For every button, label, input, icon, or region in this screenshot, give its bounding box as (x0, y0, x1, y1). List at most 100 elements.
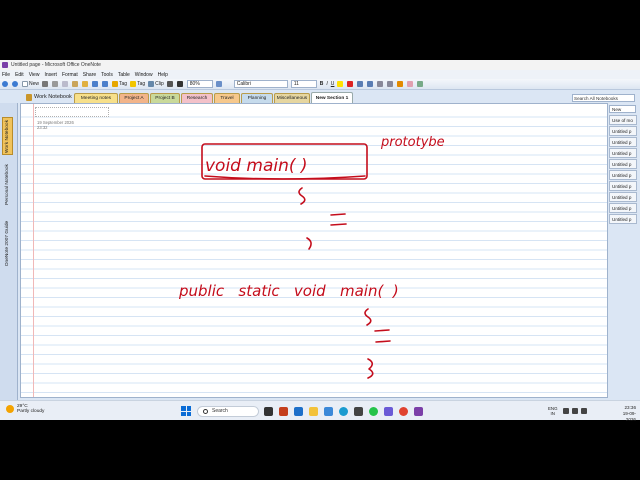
menu-file[interactable]: File (2, 72, 10, 78)
note-page[interactable]: 19 September 2026 23:32 void main( ) pro… (20, 103, 608, 398)
onenote-taskbar-icon[interactable] (414, 406, 423, 416)
store-icon[interactable] (294, 406, 303, 416)
menu-share[interactable]: Share (83, 72, 96, 78)
system-clock[interactable]: 23:36 19-09-2026 (614, 405, 636, 423)
pen-button[interactable] (166, 80, 174, 88)
page-tab-10[interactable]: Untitled p (609, 214, 637, 224)
pen-color-button[interactable] (397, 80, 404, 88)
page-tab-4[interactable]: Untitled p (609, 148, 637, 158)
copy-icon (62, 81, 69, 87)
tag-dropdown-button[interactable]: Tag (130, 80, 145, 88)
full-page-button[interactable] (215, 80, 223, 88)
back-arrow-icon (2, 81, 8, 87)
windows-start-icon[interactable] (181, 406, 191, 416)
page-tab-2[interactable]: Untitled p (609, 126, 637, 136)
page-tab-1[interactable]: Use of mo (609, 115, 637, 125)
edge-icon[interactable] (339, 406, 348, 416)
underline-button[interactable]: U (331, 80, 335, 88)
paste-button[interactable] (72, 80, 79, 88)
paste-icon (72, 81, 79, 87)
new-button[interactable]: New (22, 80, 39, 88)
ink-open-brace-2 (364, 308, 372, 326)
copilot-icon[interactable] (384, 406, 393, 416)
tab-new-section-1[interactable]: New Section 1 (311, 92, 353, 103)
chrome-icon[interactable] (399, 406, 408, 416)
taskbar-search[interactable]: Search (197, 405, 259, 417)
ink-open-brace-1 (298, 187, 306, 205)
font-color-button[interactable] (347, 80, 354, 88)
new-page-button[interactable]: New (609, 105, 636, 113)
select-button[interactable] (176, 80, 184, 88)
menu-insert[interactable]: Insert (44, 72, 57, 78)
whatsapp-icon[interactable] (369, 406, 378, 416)
tab-project-a[interactable]: Project A (119, 93, 149, 103)
page-tab-6[interactable]: Untitled p (609, 170, 637, 180)
notebook-icon (26, 93, 32, 101)
page-tab-9[interactable]: Untitled p (609, 203, 637, 213)
undo-icon (92, 81, 99, 87)
notebook-name[interactable]: Work Notebook (26, 92, 72, 102)
font-color-icon (347, 81, 354, 87)
print-button[interactable] (42, 80, 49, 88)
menu-edit[interactable]: Edit (15, 72, 24, 78)
numbering-button[interactable] (367, 80, 374, 88)
bold-button[interactable]: B (320, 80, 324, 88)
clip-button[interactable]: Clip (148, 80, 164, 88)
font-select[interactable]: Calibri (233, 80, 288, 88)
undo-button[interactable] (92, 80, 99, 88)
menu-format[interactable]: Format (62, 72, 78, 78)
back-button[interactable] (2, 80, 9, 88)
menu-help[interactable]: Help (158, 72, 168, 78)
menu-view[interactable]: View (29, 72, 40, 78)
font-size-select[interactable]: 11 (290, 80, 317, 88)
page-tab-7[interactable]: Untitled p (609, 181, 637, 191)
menu-window[interactable]: Window (135, 72, 153, 78)
photos-icon[interactable] (324, 406, 333, 416)
battery-icon[interactable] (580, 408, 587, 414)
task-view-icon[interactable] (264, 406, 273, 416)
new-page-label: New (612, 106, 622, 112)
search-icon (203, 408, 208, 414)
wifi-icon[interactable] (562, 408, 569, 414)
media-icon[interactable] (354, 406, 363, 416)
tab-research[interactable]: Research (181, 93, 213, 103)
weather-widget[interactable]: 29°C Partly cloudy (6, 404, 44, 414)
nav-tab-onenote-guide[interactable]: OneNote 2007 Guide (2, 215, 13, 271)
search-input[interactable]: Search All Notebooks (572, 94, 635, 102)
copy-button[interactable] (62, 80, 69, 88)
file-explorer-icon[interactable] (309, 406, 318, 416)
clock-date: 19-09-2026 (622, 411, 636, 422)
italic-button[interactable]: I (326, 80, 327, 88)
redo-button[interactable] (102, 80, 109, 88)
page-tab-3[interactable]: Untitled p (609, 137, 637, 147)
menu-table[interactable]: Table (118, 72, 130, 78)
outdent-button[interactable] (377, 80, 384, 88)
lasso-button[interactable] (417, 80, 424, 88)
nav-tab-work-notebook[interactable]: Work Notebook (2, 117, 13, 155)
page-tab-5[interactable]: Untitled p (609, 159, 637, 169)
zoom-select[interactable]: 80% (186, 80, 213, 88)
language-indicator[interactable]: ENG IN (548, 406, 558, 416)
tab-travel[interactable]: Travel (214, 93, 240, 103)
eraser-button[interactable] (407, 80, 414, 88)
tab-meeting-notes[interactable]: Meeting notes (74, 93, 118, 103)
cut-button[interactable] (52, 80, 59, 88)
tab-project-b[interactable]: Project B (150, 93, 180, 103)
ink-close-brace-2 (367, 358, 374, 379)
forward-button[interactable] (12, 80, 19, 88)
ink-equals-1 (330, 213, 347, 226)
taskbar-search-label: Search (212, 408, 228, 414)
lang-bottom: IN (550, 411, 555, 416)
nav-tab-personal-notebook[interactable]: Personal Notebook (2, 159, 13, 209)
powerpoint-icon[interactable] (279, 406, 288, 416)
tag-button[interactable]: Tag (112, 80, 127, 88)
bullets-button[interactable] (357, 80, 364, 88)
menu-tools[interactable]: Tools (101, 72, 113, 78)
highlight-button[interactable] (337, 80, 344, 88)
format-painter-button[interactable] (82, 80, 89, 88)
tab-miscellaneous[interactable]: Miscellaneous (274, 93, 310, 103)
indent-button[interactable] (387, 80, 394, 88)
page-tab-8[interactable]: Untitled p (609, 192, 637, 202)
volume-icon[interactable] (571, 408, 578, 414)
tab-planning[interactable]: Planning (241, 93, 273, 103)
